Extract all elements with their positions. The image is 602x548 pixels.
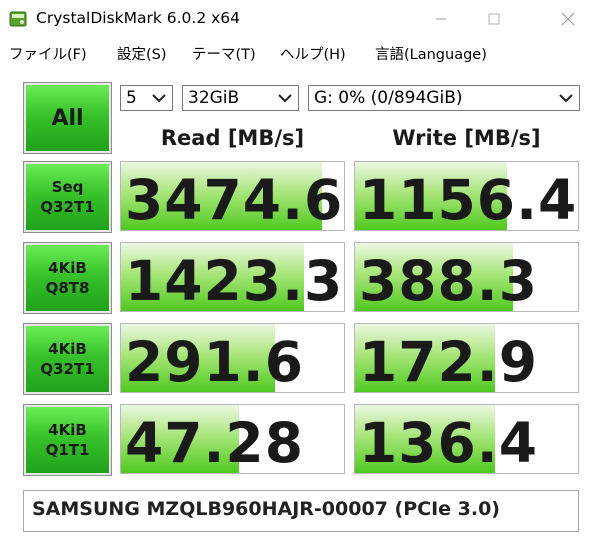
chevron-down-icon [559, 94, 573, 103]
comment-field[interactable]: SAMSUNG MZQLB960HAJR-00007 (PCIe 3.0) [23, 490, 579, 532]
test-size-select[interactable]: 32GiB [182, 85, 299, 111]
test-button-line1: 4KiB [48, 340, 87, 358]
chevron-down-icon [152, 94, 166, 103]
write-result-4kib-q1t1: 136.4 [354, 404, 579, 474]
menu-file[interactable]: ファイル(F) [9, 43, 87, 64]
test-button-line2: Q32T1 [40, 360, 95, 378]
read-value: 1423.3 [125, 249, 344, 312]
test-button-line2: Q1T1 [45, 441, 90, 459]
write-value: 388.3 [359, 249, 538, 312]
test-button-4kib-q32t1[interactable]: 4KiB Q32T1 [23, 323, 112, 395]
crystaldiskmark-app-icon [9, 11, 27, 27]
main-panel: All 5 32GiB G: 0% (0/894GiB) Read [MB/s]… [0, 68, 602, 548]
menu-settings[interactable]: 設定(S) [117, 43, 167, 64]
menu-help[interactable]: ヘルプ(H) [280, 43, 346, 64]
chevron-down-icon [278, 94, 292, 103]
window-title: CrystalDiskMark 6.0.2 x64 [36, 9, 241, 27]
minimize-icon [436, 18, 446, 20]
write-header: Write [MB/s] [392, 126, 541, 150]
test-button-line1: 4KiB [48, 259, 87, 277]
write-value: 136.4 [359, 411, 538, 474]
test-button-line2: Q8T8 [45, 279, 90, 297]
test-count-value: 5 [126, 88, 137, 108]
test-button-line2: Q32T1 [40, 198, 95, 216]
write-value: 1156.4 [359, 168, 578, 231]
test-size-value: 32GiB [188, 88, 240, 108]
title-bar: CrystalDiskMark 6.0.2 x64 [0, 0, 602, 38]
drive-value: G: 0% (0/894GiB) [314, 88, 463, 108]
maximize-icon [488, 13, 500, 25]
test-button-line1: 4KiB [48, 421, 87, 439]
test-button-line1: Seq [51, 178, 84, 196]
drive-select[interactable]: G: 0% (0/894GiB) [308, 85, 580, 111]
write-result-4kib-q8t8: 388.3 [354, 242, 579, 312]
menu-bar: ファイル(F) 設定(S) テーマ(T) ヘルプ(H) 言語(Language) [0, 38, 602, 68]
close-icon [561, 12, 575, 26]
close-button[interactable] [545, 0, 591, 38]
maximize-button[interactable] [471, 0, 517, 38]
test-button-seq-q32t1[interactable]: Seq Q32T1 [23, 161, 112, 233]
write-result-seq-q32t1: 1156.4 [354, 161, 579, 231]
menu-language[interactable]: 言語(Language) [375, 43, 487, 64]
test-button-4kib-q8t8[interactable]: 4KiB Q8T8 [23, 242, 112, 314]
read-result-seq-q32t1: 3474.6 [120, 161, 345, 231]
write-result-4kib-q32t1: 172.9 [354, 323, 579, 393]
minimize-button[interactable] [418, 0, 464, 38]
test-count-select[interactable]: 5 [120, 85, 173, 111]
all-button[interactable]: All [23, 82, 112, 154]
read-value: 291.6 [125, 330, 304, 393]
test-button-4kib-q1t1[interactable]: 4KiB Q1T1 [23, 404, 112, 476]
read-result-4kib-q8t8: 1423.3 [120, 242, 345, 312]
read-result-4kib-q1t1: 47.28 [120, 404, 345, 474]
read-header: Read [MB/s] [160, 126, 305, 150]
menu-theme[interactable]: テーマ(T) [192, 43, 256, 64]
read-value: 3474.6 [125, 168, 344, 231]
write-value: 172.9 [359, 330, 538, 393]
read-result-4kib-q32t1: 291.6 [120, 323, 345, 393]
read-value: 47.28 [125, 411, 304, 474]
